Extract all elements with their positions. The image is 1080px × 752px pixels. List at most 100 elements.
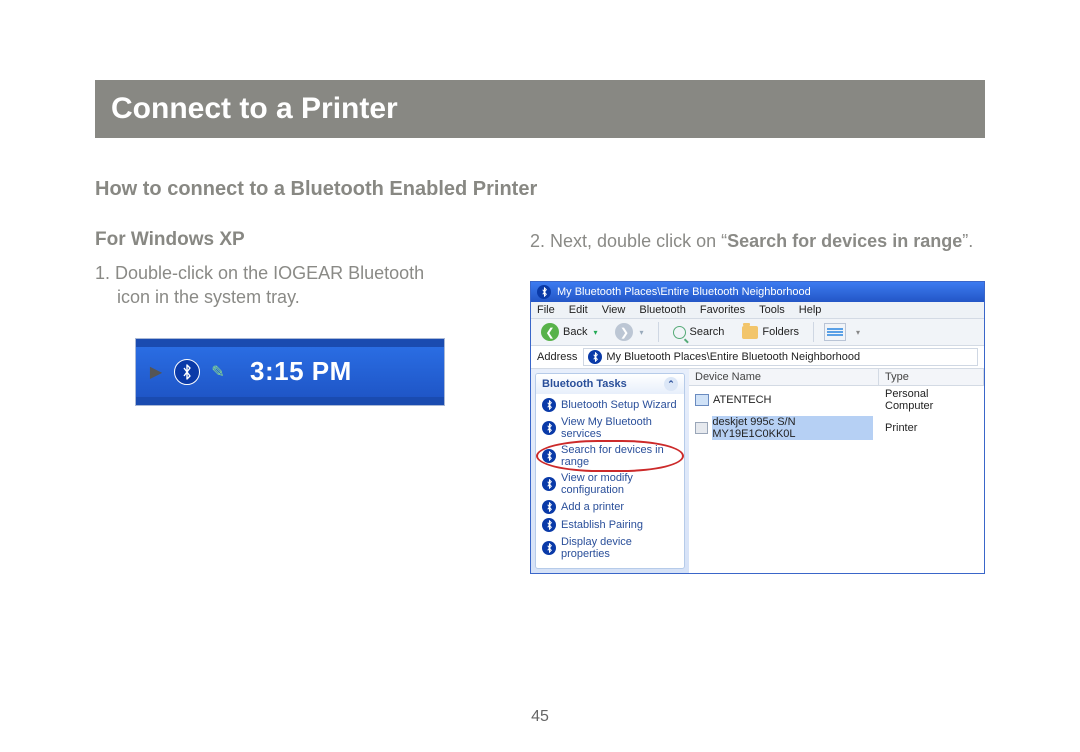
bluetooth-icon	[542, 477, 556, 491]
menu-bluetooth[interactable]: Bluetooth	[639, 304, 685, 316]
explorer-menubar: File Edit View Bluetooth Favorites Tools…	[531, 302, 984, 319]
explorer-toolbar: ❮ Back ▾ ❯ ▾ Search Folde	[531, 319, 984, 346]
collapse-chevron-icon: ⌃	[664, 377, 678, 391]
printer-icon	[695, 422, 708, 434]
bluetooth-icon	[542, 449, 556, 463]
tasks-panel-header[interactable]: Bluetooth Tasks ⌃	[536, 374, 684, 394]
bluetooth-icon	[542, 421, 556, 435]
content-columns-header: Device Name Type	[689, 369, 984, 386]
section-title: Connect to a Printer	[111, 92, 969, 126]
bluetooth-tasks-panel: Bluetooth Tasks ⌃ Bluetooth Setup Wizard	[535, 373, 685, 569]
figure-explorer-window: My Bluetooth Places\Entire Bluetooth Nei…	[530, 281, 985, 574]
step-2-number: 2.	[530, 231, 550, 251]
task-add-printer[interactable]: Add a printer	[540, 498, 680, 516]
bluetooth-icon	[542, 541, 556, 555]
search-icon	[673, 326, 686, 339]
task-setup-wizard[interactable]: Bluetooth Setup Wizard	[540, 396, 680, 414]
back-label: Back	[563, 326, 587, 338]
toolbar-separator	[658, 322, 659, 342]
folder-icon	[742, 326, 758, 339]
forward-button[interactable]: ❯ ▾	[611, 322, 647, 342]
computer-icon	[695, 394, 709, 406]
task-search-devices[interactable]: Search for devices in range	[540, 442, 680, 470]
task-label: View My Bluetooth services	[561, 416, 678, 440]
explorer-side-pane: Bluetooth Tasks ⌃ Bluetooth Setup Wizard	[531, 369, 689, 573]
bluetooth-icon	[542, 518, 556, 532]
section-title-bar: Connect to a Printer	[95, 80, 985, 138]
column-type[interactable]: Type	[879, 369, 984, 385]
explorer-content-pane: Device Name Type ATENTECH Personal Compu…	[689, 369, 984, 573]
task-establish-pairing[interactable]: Establish Pairing	[540, 516, 680, 534]
address-value: My Bluetooth Places\Entire Bluetooth Nei…	[606, 351, 860, 363]
tray-pen-icon: ✎	[206, 360, 230, 384]
search-button[interactable]: Search	[669, 325, 729, 340]
task-device-properties[interactable]: Display device properties	[540, 534, 680, 562]
bluetooth-icon	[537, 285, 551, 299]
device-name: ATENTECH	[713, 394, 771, 406]
address-field[interactable]: My Bluetooth Places\Entire Bluetooth Nei…	[583, 348, 978, 366]
task-label: Display device properties	[561, 536, 678, 560]
view-icon	[827, 328, 843, 330]
tasks-panel-title: Bluetooth Tasks	[542, 378, 627, 390]
menu-help[interactable]: Help	[799, 304, 822, 316]
toolbar-separator	[813, 322, 814, 342]
menu-tools[interactable]: Tools	[759, 304, 785, 316]
device-row[interactable]: deskjet 995c S/N MY19E1C0KK0L Printer	[689, 414, 984, 442]
bluetooth-icon	[542, 500, 556, 514]
folders-label: Folders	[762, 326, 799, 338]
view-mode-button[interactable]	[824, 323, 846, 341]
forward-arrow-icon: ❯	[615, 323, 633, 341]
back-button[interactable]: ❮ Back ▾	[537, 322, 601, 342]
task-view-config[interactable]: View or modify configuration	[540, 470, 680, 498]
column-device-name[interactable]: Device Name	[689, 369, 879, 385]
explorer-titlebar: My Bluetooth Places\Entire Bluetooth Nei…	[531, 282, 984, 302]
two-column-layout: For Windows XP 1. Double-click on the IO…	[95, 229, 985, 574]
right-column: 2. Next, double click on “Search for dev…	[530, 229, 985, 574]
device-name: deskjet 995c S/N MY19E1C0KK0L	[712, 416, 873, 440]
explorer-body: Bluetooth Tasks ⌃ Bluetooth Setup Wizard	[531, 369, 984, 573]
left-column: For Windows XP 1. Double-click on the IO…	[95, 229, 450, 574]
tray-clock: 3:15 PM	[250, 356, 352, 387]
folders-button[interactable]: Folders	[738, 325, 803, 340]
step-1-text: Double-click on the IOGEAR Bluetooth ico…	[115, 263, 424, 307]
task-label: View or modify configuration	[561, 472, 678, 496]
menu-edit[interactable]: Edit	[569, 304, 588, 316]
step-1-number: 1.	[95, 263, 115, 283]
back-arrow-icon: ❮	[541, 323, 559, 341]
section-subhead: How to connect to a Bluetooth Enabled Pr…	[95, 178, 985, 201]
device-row[interactable]: ATENTECH Personal Computer	[689, 386, 984, 414]
tray-flag-icon: ▶	[144, 360, 168, 384]
view-icon	[827, 331, 843, 333]
search-label: Search	[690, 326, 725, 338]
step-2-text-a: Next, double click on “	[550, 231, 727, 251]
chevron-down-icon: ▾	[593, 328, 597, 337]
step-2-text-b: ”.	[962, 231, 973, 251]
bluetooth-icon	[542, 398, 556, 412]
menu-favorites[interactable]: Favorites	[700, 304, 745, 316]
tasks-list: Bluetooth Setup Wizard View My Bluetooth…	[536, 394, 684, 568]
step-2-bold: Search for devices in range	[727, 231, 962, 251]
address-label: Address	[537, 351, 577, 363]
task-view-services[interactable]: View My Bluetooth services	[540, 414, 680, 442]
page-number: 45	[0, 708, 1080, 726]
task-label: Bluetooth Setup Wizard	[561, 399, 677, 411]
menu-file[interactable]: File	[537, 304, 555, 316]
menu-view[interactable]: View	[602, 304, 626, 316]
explorer-title-text: My Bluetooth Places\Entire Bluetooth Nei…	[557, 286, 811, 298]
chevron-down-icon: ▾	[856, 328, 860, 337]
view-icon	[827, 334, 843, 336]
os-heading: For Windows XP	[95, 229, 450, 251]
system-tray-bar: ▶ ✎ 3:15 PM	[136, 347, 444, 397]
chevron-down-icon: ▾	[639, 328, 643, 337]
device-type: Printer	[879, 420, 984, 436]
task-label: Establish Pairing	[561, 519, 643, 531]
bluetooth-tray-icon[interactable]	[174, 359, 200, 385]
bluetooth-icon	[588, 350, 602, 364]
device-type: Personal Computer	[879, 386, 984, 414]
explorer-address-bar: Address My Bluetooth Places\Entire Bluet…	[531, 346, 984, 369]
manual-page: Connect to a Printer How to connect to a…	[0, 0, 1080, 752]
task-label: Search for devices in range	[561, 444, 678, 468]
step-1: 1. Double-click on the IOGEAR Bluetooth …	[95, 261, 450, 310]
step-2: 2. Next, double click on “Search for dev…	[530, 229, 985, 253]
task-label: Add a printer	[561, 501, 624, 513]
